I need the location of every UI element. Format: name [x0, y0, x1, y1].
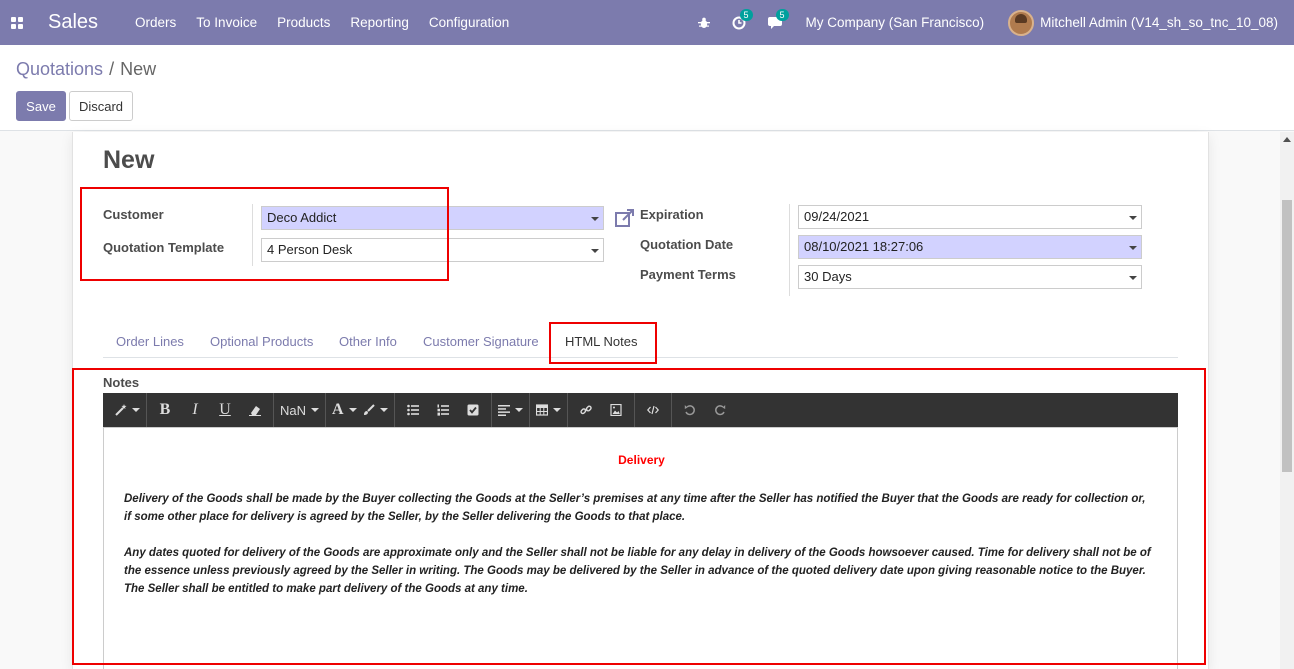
messages-icon[interactable]: 5	[767, 8, 789, 30]
quotation-date-value: 08/10/2021 18:27:06	[804, 239, 924, 254]
save-button[interactable]: Save	[16, 91, 66, 121]
tab-other-info[interactable]: Other Info	[339, 334, 397, 349]
expiration-value: 09/24/2021	[804, 209, 870, 224]
payment-terms-field[interactable]: 30 Days	[798, 265, 1142, 289]
control-panel: Quotations / New Save Discard	[0, 45, 1294, 131]
activity-clock-icon[interactable]: 5	[732, 8, 753, 30]
payment-terms-label: Payment Terms	[640, 267, 736, 282]
top-navbar: Sales Orders To Invoice Products Reporti…	[0, 0, 1294, 45]
menu-reporting[interactable]: Reporting	[350, 15, 409, 30]
scroll-up-arrow-icon[interactable]	[1283, 137, 1291, 142]
chevron-down-icon[interactable]	[1129, 216, 1137, 220]
chevron-down-icon[interactable]	[1129, 276, 1137, 280]
expiration-label: Expiration	[640, 207, 704, 222]
bug-icon[interactable]	[697, 17, 710, 29]
breadcrumb-separator: /	[109, 59, 115, 79]
form-sheet: New Customer Quotation Template Deco Add…	[72, 132, 1209, 669]
highlight-box-notes	[72, 368, 1206, 665]
menu-products[interactable]: Products	[277, 15, 330, 30]
breadcrumb-quotations[interactable]: Quotations	[16, 59, 103, 79]
highlight-box-tab	[549, 322, 657, 364]
tab-optional-products[interactable]: Optional Products	[210, 334, 313, 349]
page-scrollbar[interactable]	[1280, 132, 1294, 669]
label-divider-right	[789, 204, 790, 296]
apps-menu-icon[interactable]	[11, 16, 23, 29]
quotation-date-label: Quotation Date	[640, 237, 734, 252]
menu-orders[interactable]: Orders	[135, 15, 176, 30]
user-menu[interactable]: Mitchell Admin (V14_sh_so_tnc_10_08)	[1040, 15, 1278, 30]
chevron-down-icon[interactable]	[1129, 246, 1137, 250]
discard-button[interactable]: Discard	[69, 91, 133, 121]
highlight-box-customer	[80, 187, 449, 281]
messages-badge: 5	[775, 8, 789, 21]
chevron-down-icon[interactable]	[591, 249, 599, 253]
menu-configuration[interactable]: Configuration	[429, 15, 509, 30]
app-name[interactable]: Sales	[48, 11, 98, 34]
tab-customer-signature[interactable]: Customer Signature	[423, 334, 539, 349]
quotation-date-field[interactable]: 08/10/2021 18:27:06	[798, 235, 1142, 259]
breadcrumb-current: New	[120, 59, 157, 79]
activity-badge: 5	[739, 8, 753, 21]
menu-to-invoice[interactable]: To Invoice	[196, 15, 257, 30]
chevron-down-icon[interactable]	[591, 217, 599, 221]
external-link-icon[interactable]	[615, 209, 635, 230]
company-switcher[interactable]: My Company (San Francisco)	[806, 15, 985, 30]
user-avatar[interactable]	[1008, 9, 1035, 36]
expiration-field[interactable]: 09/24/2021	[798, 205, 1142, 229]
breadcrumb: Quotations / New	[16, 59, 156, 80]
payment-terms-value: 30 Days	[804, 269, 852, 284]
tab-order-lines[interactable]: Order Lines	[116, 334, 184, 349]
record-title: New	[103, 146, 155, 174]
scroll-thumb[interactable]	[1282, 200, 1292, 472]
